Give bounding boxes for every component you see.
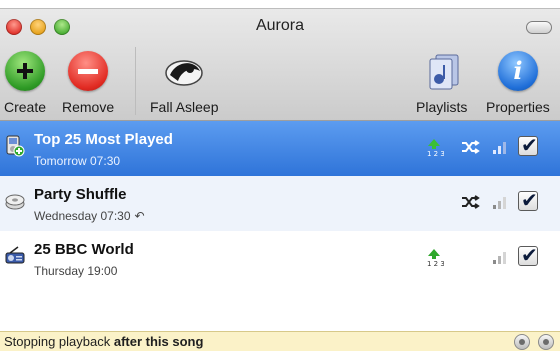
playlists-button[interactable]: Playlists xyxy=(416,51,467,115)
aurora-window: Aurora Create Remove Fall Asleep Playlis… xyxy=(0,8,560,351)
alarm-name: 25 BBC World xyxy=(34,241,134,258)
svg-text:1 2 3: 1 2 3 xyxy=(427,260,444,267)
checkmark-icon xyxy=(518,188,538,212)
party-shuffle-icon xyxy=(4,190,26,212)
unified-toolbar: Aurora Create Remove Fall Asleep Playlis… xyxy=(0,9,560,121)
checkmark-icon xyxy=(518,133,538,157)
create-button[interactable]: Create xyxy=(4,51,46,115)
ipod-playlist-icon xyxy=(4,135,26,157)
remove-button[interactable]: Remove xyxy=(62,51,114,115)
alarm-list[interactable]: Top 25 Most Played Tomorrow 07:30 1 2 3 xyxy=(0,121,560,331)
toolbar-toggle-button[interactable] xyxy=(526,21,552,34)
shuffle-icon[interactable] xyxy=(460,192,480,212)
remove-minus-icon xyxy=(68,51,109,91)
enabled-checkbox[interactable] xyxy=(518,133,540,158)
alarm-schedule: Thursday 19:00 xyxy=(34,264,118,278)
properties-label: Properties xyxy=(486,99,550,115)
volume-ramp-icon[interactable]: 1 2 3 xyxy=(424,247,445,268)
fall-asleep-label: Fall Asleep xyxy=(150,99,219,115)
signal-strength-icon[interactable] xyxy=(490,137,510,157)
toolbar-separator xyxy=(135,47,136,115)
signal-strength-icon[interactable] xyxy=(490,192,510,212)
volume-ramp-icon[interactable]: 1 2 3 xyxy=(424,137,445,158)
shuffle-icon[interactable] xyxy=(460,137,480,157)
create-plus-icon xyxy=(5,51,46,91)
status-stop-button[interactable] xyxy=(538,334,554,350)
status-previous-button[interactable] xyxy=(514,334,530,350)
enabled-checkbox[interactable] xyxy=(518,188,540,213)
alarm-schedule: Tomorrow 07:30 xyxy=(34,154,121,168)
alarm-name: Top 25 Most Played xyxy=(34,131,173,148)
alarm-name: Party Shuffle xyxy=(34,186,127,203)
status-text: Stopping playback xyxy=(4,334,111,349)
window-title: Aurora xyxy=(255,17,305,34)
properties-button[interactable]: i Properties xyxy=(486,51,550,115)
alarm-row[interactable]: 25 BBC World Thursday 19:00 1 2 3 xyxy=(0,231,560,286)
radio-stream-icon xyxy=(4,245,26,267)
remove-label: Remove xyxy=(62,99,115,115)
alarm-schedule-text: Wednesday 07:30 xyxy=(34,209,131,223)
playlists-icon xyxy=(422,51,462,91)
alarm-row-selected[interactable]: Top 25 Most Played Tomorrow 07:30 1 2 3 xyxy=(0,121,560,176)
fall-asleep-button[interactable]: Fall Asleep xyxy=(150,51,218,115)
signal-strength-icon[interactable] xyxy=(490,247,510,267)
enabled-checkbox[interactable] xyxy=(518,243,540,268)
moon-sleep-icon xyxy=(160,51,208,91)
repeat-icon: ↶ xyxy=(134,209,145,223)
svg-text:1 2 3: 1 2 3 xyxy=(427,150,444,157)
info-icon: i xyxy=(497,51,538,91)
create-label: Create xyxy=(4,99,47,115)
playlists-label: Playlists xyxy=(416,99,468,115)
status-text-bold: after this song xyxy=(113,334,204,349)
checkmark-icon xyxy=(518,243,538,267)
status-bar: Stopping playback after this song xyxy=(0,331,560,351)
alarm-row[interactable]: Party Shuffle Wednesday 07:30 ↶ xyxy=(0,176,560,231)
alarm-schedule: Wednesday 07:30 ↶ xyxy=(34,209,145,223)
